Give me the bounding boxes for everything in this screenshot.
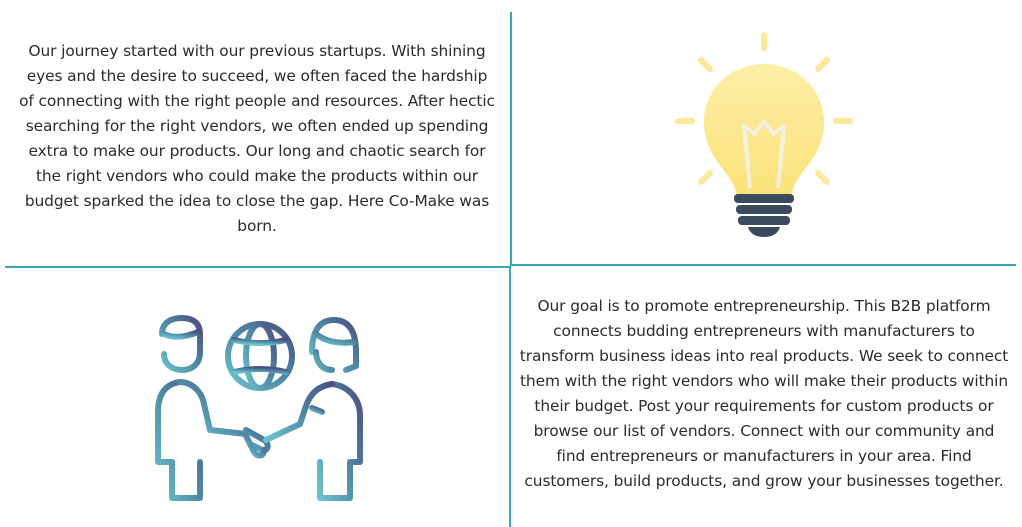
vertical-divider-top — [510, 12, 512, 266]
goal-paragraph: Our goal is to promote entrepreneurship.… — [519, 297, 1009, 490]
horizontal-divider-right — [511, 264, 1016, 266]
vertical-divider-bottom — [509, 266, 511, 527]
horizontal-divider-left — [5, 266, 511, 268]
origin-story-paragraph: Our journey started with our previous st… — [19, 42, 495, 235]
lightbulb-icon — [668, 30, 860, 240]
handshake-globe-icon — [150, 312, 370, 504]
